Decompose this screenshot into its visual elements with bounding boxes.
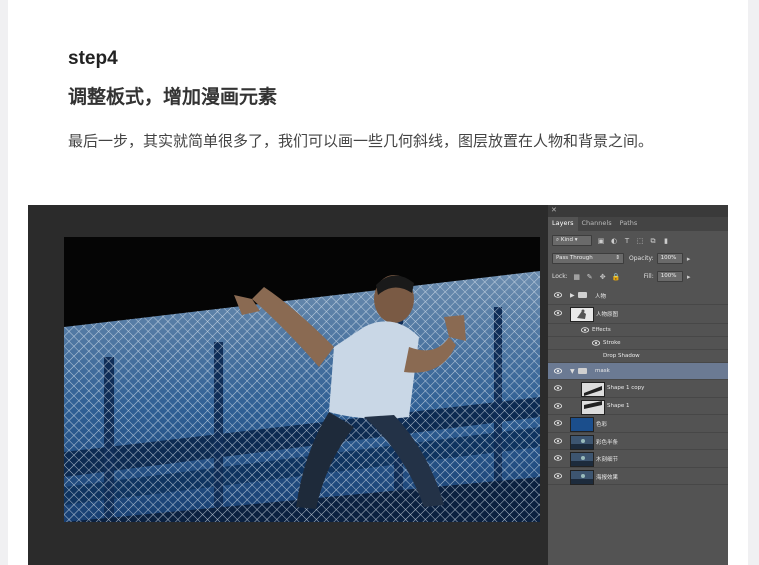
kind-filter-select[interactable]: ⌕ Kind ▾: [552, 235, 592, 246]
opacity-input[interactable]: 100%: [656, 253, 683, 264]
lock-all-icon[interactable]: 🔒: [612, 273, 621, 281]
eye-icon[interactable]: [554, 437, 562, 444]
layer-row-halftone-color[interactable]: 彩色半条: [548, 433, 728, 450]
layers-list: ▶ 人物 人物原图 Effects Stroke Drop Shadow ▼ m…: [548, 287, 728, 485]
tab-layers[interactable]: Layers: [548, 217, 578, 231]
folder-icon: [578, 292, 587, 298]
type-filter-icon[interactable]: T: [623, 237, 631, 245]
layer-thumbnail: [581, 399, 605, 415]
effect-stroke-label: Stroke: [603, 339, 621, 346]
smart-object-filter-icon[interactable]: ⧉: [649, 237, 657, 245]
artwork-illustration: [64, 237, 540, 522]
layer-thumbnail: [570, 306, 594, 322]
step-title: step4: [68, 48, 118, 69]
layer-row-shape-1-copy[interactable]: Shape 1 copy: [548, 380, 728, 398]
eye-icon[interactable]: [554, 292, 562, 298]
eye-icon[interactable]: [554, 420, 562, 426]
layer-row-shape-1[interactable]: Shape 1: [548, 398, 728, 415]
blend-mode-value: Pass Through: [556, 255, 593, 261]
layer-name: 木刻细节: [596, 457, 619, 463]
layer-row-color[interactable]: 色彩: [548, 415, 728, 433]
filter-row: ⌕ Kind ▾ ▣ ◐ T ⬚ ⧉ ▮: [548, 235, 728, 246]
eye-icon[interactable]: [554, 385, 562, 391]
layer-row-woodcut-detail[interactable]: 木刻细节: [548, 450, 728, 468]
layer-row-mask-group[interactable]: ▼ mask: [548, 362, 728, 380]
layer-effects-row[interactable]: Effects: [548, 324, 728, 337]
effects-label: Effects: [592, 326, 611, 333]
fill-input[interactable]: 100%: [656, 271, 683, 282]
layer-row-person-group[interactable]: ▶ 人物: [548, 287, 728, 305]
blend-mode-select[interactable]: Pass Through ⇕: [552, 253, 624, 264]
eye-icon[interactable]: [554, 367, 562, 374]
layer-name: 人物原图: [596, 311, 619, 318]
eye-icon[interactable]: [554, 455, 562, 461]
opacity-dropdown-icon[interactable]: ▸: [685, 255, 693, 263]
lock-transparency-icon[interactable]: ▦: [573, 273, 581, 281]
effect-drop-shadow-label: Drop Shadow: [603, 352, 640, 359]
eye-icon[interactable]: [554, 402, 562, 409]
tab-channels[interactable]: Channels: [578, 217, 616, 231]
layer-row-person-original[interactable]: 人物原图: [548, 305, 728, 324]
layer-name: 人物: [595, 294, 607, 300]
filter-toggle-icon[interactable]: ▮: [662, 237, 670, 245]
blend-row: Pass Through ⇕ Opacity: 100% ▸: [548, 253, 728, 264]
layers-panel: ✕ Layers Channels Paths ⌕ Kind ▾ ▣ ◐ T ⬚…: [548, 205, 728, 565]
fill-dropdown-icon[interactable]: ▸: [685, 273, 693, 281]
section-subtitle: 调整板式，增加漫画元素: [68, 86, 278, 108]
lock-row: Lock: ▦ ✎ ✥ 🔒 Fill: 100% ▸: [548, 271, 728, 282]
panel-tabs: Layers Channels Paths: [548, 217, 728, 231]
layer-thumbnail: [570, 452, 594, 467]
lock-label: Lock:: [552, 273, 568, 280]
chevron-down-icon: ⇕: [615, 255, 620, 261]
photoshop-screenshot: ✕ Layers Channels Paths ⌕ Kind ▾ ▣ ◐ T ⬚…: [28, 205, 728, 565]
layer-name: Shape 1 copy: [607, 385, 645, 391]
layer-effect-stroke-row[interactable]: Stroke: [548, 337, 728, 350]
layer-row-poster-effect[interactable]: 海报效果: [548, 468, 728, 485]
tab-paths[interactable]: Paths: [616, 217, 642, 231]
opacity-value: 100%: [660, 255, 677, 261]
kind-label: Kind: [560, 237, 573, 243]
layer-thumbnail: [570, 417, 594, 432]
eye-icon[interactable]: [581, 326, 589, 333]
eye-icon[interactable]: [592, 339, 600, 346]
layer-effect-drop-shadow-row[interactable]: Drop Shadow: [548, 350, 728, 363]
layer-thumbnail: [581, 382, 605, 397]
adjustment-filter-icon[interactable]: ◐: [610, 237, 618, 245]
image-filter-icon[interactable]: ▣: [597, 237, 605, 245]
fill-value: 100%: [660, 273, 677, 279]
panel-titlebar: ✕: [548, 205, 728, 217]
lock-position-icon[interactable]: ✥: [599, 273, 607, 281]
eye-icon[interactable]: [554, 472, 562, 479]
collapse-arrow-icon[interactable]: ▼: [570, 368, 575, 375]
opacity-label: Opacity:: [629, 255, 654, 262]
artwork-canvas: [64, 237, 540, 522]
close-icon[interactable]: ✕: [551, 206, 557, 214]
eye-icon[interactable]: [554, 309, 562, 316]
layer-thumbnail: [570, 469, 594, 485]
fill-label: Fill:: [643, 273, 654, 280]
shape-filter-icon[interactable]: ⬚: [636, 237, 644, 245]
layer-name: 海报效果: [596, 474, 619, 481]
folder-icon: [578, 367, 587, 374]
lock-image-icon[interactable]: ✎: [586, 273, 594, 281]
layer-name: mask: [595, 367, 610, 374]
layer-name: Shape 1: [607, 402, 630, 409]
layer-name: 彩色半条: [596, 439, 619, 446]
article-page: step4 调整板式，增加漫画元素 最后一步，其实就简单很多了，我们可以画一些几…: [8, 0, 748, 565]
search-icon: ⌕: [556, 237, 560, 243]
expand-arrow-icon[interactable]: ▶: [570, 292, 575, 299]
body-paragraph: 最后一步，其实就简单很多了，我们可以画一些几何斜线，图层放置在人物和背景之间。: [68, 132, 654, 150]
layer-name: 色彩: [596, 422, 608, 428]
layer-thumbnail: [570, 434, 594, 450]
